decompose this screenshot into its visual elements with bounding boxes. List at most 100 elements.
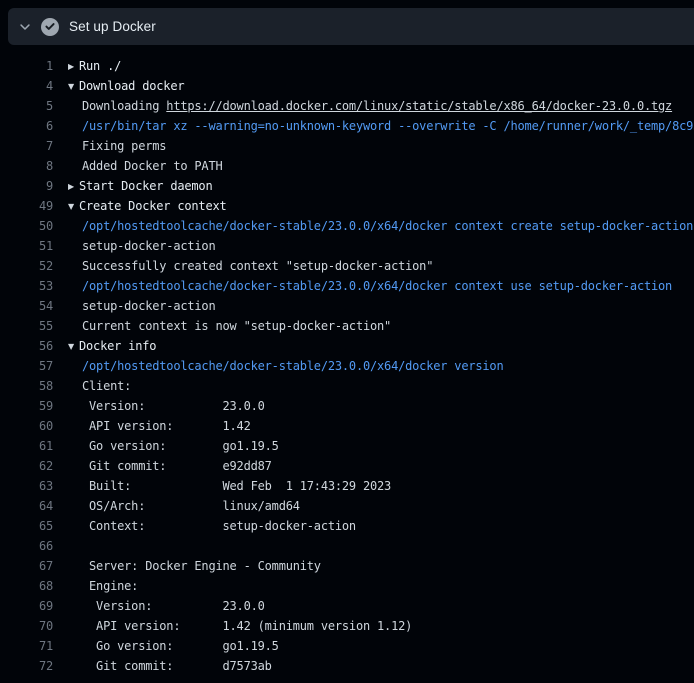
log-line-row: 71 Go version: go1.19.5 [0,636,694,656]
log-line-content: ▶Start Docker daemon [68,176,212,196]
log-line-row: 54 setup-docker-action [0,296,694,316]
log-text: API version: 1.42 (minimum version 1.12) [82,619,412,633]
log-line-row: 72 Git commit: d7573ab [0,656,694,676]
group-title: Start Docker daemon [79,179,212,193]
log-line-row: 69 Version: 23.0.0 [0,596,694,616]
log-line-content: Engine: [68,576,138,596]
chevron-down-icon: ▼ [68,337,79,357]
line-number[interactable]: 52 [0,256,53,276]
log-line-row: 60 API version: 1.42 [0,416,694,436]
line-number[interactable]: 71 [0,636,53,656]
log-line-row: 68 Engine: [0,576,694,596]
log-group-row[interactable]: 1▶Run ./ [0,56,694,76]
line-number[interactable]: 57 [0,356,53,376]
step-title: Set up Docker [69,19,156,34]
log-line-content: /usr/bin/tar xz --warning=no-unknown-key… [68,116,694,136]
group-title: Create Docker context [79,199,227,213]
log-line-row: 52 Successfully created context "setup-do… [0,256,694,276]
log-group-row[interactable]: 49 ▼Create Docker context [0,196,694,216]
log-text: Current context is now "setup-docker-act… [82,319,391,333]
log-line-row: 8 Added Docker to PATH [0,156,694,176]
chevron-right-icon: ▶ [68,57,79,77]
log-text: setup-docker-action [82,239,215,253]
chevron-down-icon: ▼ [68,77,79,97]
log-line-content: Git commit: d7573ab [68,656,272,676]
log-link[interactable]: https://download.docker.com/linux/static… [166,99,672,113]
chevron-down-icon: ▼ [68,197,79,217]
log-lines: 1▶Run ./4▼Download docker5Downloading ht… [0,56,694,676]
line-number[interactable]: 69 [0,596,53,616]
log-line-row: 62 Git commit: e92dd87 [0,456,694,476]
line-number[interactable]: 63 [0,476,53,496]
log-line-content: Go version: go1.19.5 [68,636,279,656]
log-line-content: /opt/hostedtoolcache/docker-stable/23.0.… [68,216,693,236]
log-text: Version: 23.0.0 [82,599,265,613]
log-line-row: 58 Client: [0,376,694,396]
log-line-content [68,536,82,556]
line-number[interactable]: 53 [0,276,53,296]
log-line-content: Version: 23.0.0 [68,396,265,416]
line-number[interactable]: 50 [0,216,53,236]
line-number[interactable]: 70 [0,616,53,636]
log-text: /opt/hostedtoolcache/docker-stable/23.0.… [82,359,503,373]
line-number[interactable]: 8 [0,156,53,176]
log-line-content: ▼Docker info [68,336,156,356]
chevron-down-icon[interactable] [18,20,32,34]
log-line-content: Successfully created context "setup-dock… [68,256,433,276]
log-text: /usr/bin/tar xz --warning=no-unknown-key… [82,119,694,133]
log-line-row: 57/opt/hostedtoolcache/docker-stable/23.… [0,356,694,376]
line-number[interactable]: 68 [0,576,53,596]
log-panel: 1▶Run ./4▼Download docker5Downloading ht… [0,45,694,683]
line-number[interactable]: 60 [0,416,53,436]
log-line-row: 53/opt/hostedtoolcache/docker-stable/23.… [0,276,694,296]
log-text: Version: 23.0.0 [82,399,265,413]
line-number[interactable]: 9 [0,176,53,196]
log-text: Built: Wed Feb 1 17:43:29 2023 [82,479,391,493]
line-number[interactable]: 55 [0,316,53,336]
line-number[interactable]: 65 [0,516,53,536]
log-text: /opt/hostedtoolcache/docker-stable/23.0.… [82,279,672,293]
log-line-content: Current context is now "setup-docker-act… [68,316,391,336]
log-group-row[interactable]: 4 ▼Download docker [0,76,694,96]
log-line-content: /opt/hostedtoolcache/docker-stable/23.0.… [68,276,672,296]
chevron-right-icon: ▶ [68,177,79,197]
log-text: Engine: [82,579,138,593]
step-header[interactable]: Set up Docker [8,8,694,45]
log-line-content: ▼Download docker [68,76,184,96]
log-text: setup-docker-action [82,299,215,313]
line-number[interactable]: 58 [0,376,53,396]
line-number[interactable]: 67 [0,556,53,576]
log-line-content: Go version: go1.19.5 [68,436,279,456]
log-line-content: /opt/hostedtoolcache/docker-stable/23.0.… [68,356,503,376]
log-line-row: 64 OS/Arch: linux/amd64 [0,496,694,516]
line-number[interactable]: 64 [0,496,53,516]
line-number[interactable]: 72 [0,656,53,676]
line-number[interactable]: 4 [0,76,53,96]
log-group-row[interactable]: 9 ▶Start Docker daemon [0,176,694,196]
line-number[interactable]: 54 [0,296,53,316]
log-line-row: 67 Server: Docker Engine - Community [0,556,694,576]
log-line-row: 7Fixing perms [0,136,694,156]
line-number[interactable]: 7 [0,136,53,156]
line-number[interactable]: 66 [0,536,53,556]
log-line-row: 66 [0,536,694,556]
log-line-content: Git commit: e92dd87 [68,456,272,476]
check-circle-icon [41,18,59,36]
line-number[interactable]: 5 [0,96,53,116]
log-text: API version: 1.42 [82,419,251,433]
log-text: Server: Docker Engine - Community [82,559,321,573]
line-number[interactable]: 61 [0,436,53,456]
line-number[interactable]: 49 [0,196,53,216]
log-group-row[interactable]: 56 ▼Docker info [0,336,694,356]
log-line-content: Client: [68,376,131,396]
line-number[interactable]: 56 [0,336,53,356]
line-number[interactable]: 51 [0,236,53,256]
line-number[interactable]: 6 [0,116,53,136]
log-text: /opt/hostedtoolcache/docker-stable/23.0.… [82,219,693,233]
line-number[interactable]: 59 [0,396,53,416]
line-number[interactable]: 62 [0,456,53,476]
log-text: Added Docker to PATH [82,159,223,173]
line-number[interactable]: 1 [0,56,53,76]
log-line-row: 59 Version: 23.0.0 [0,396,694,416]
log-text: Git commit: d7573ab [82,659,272,673]
